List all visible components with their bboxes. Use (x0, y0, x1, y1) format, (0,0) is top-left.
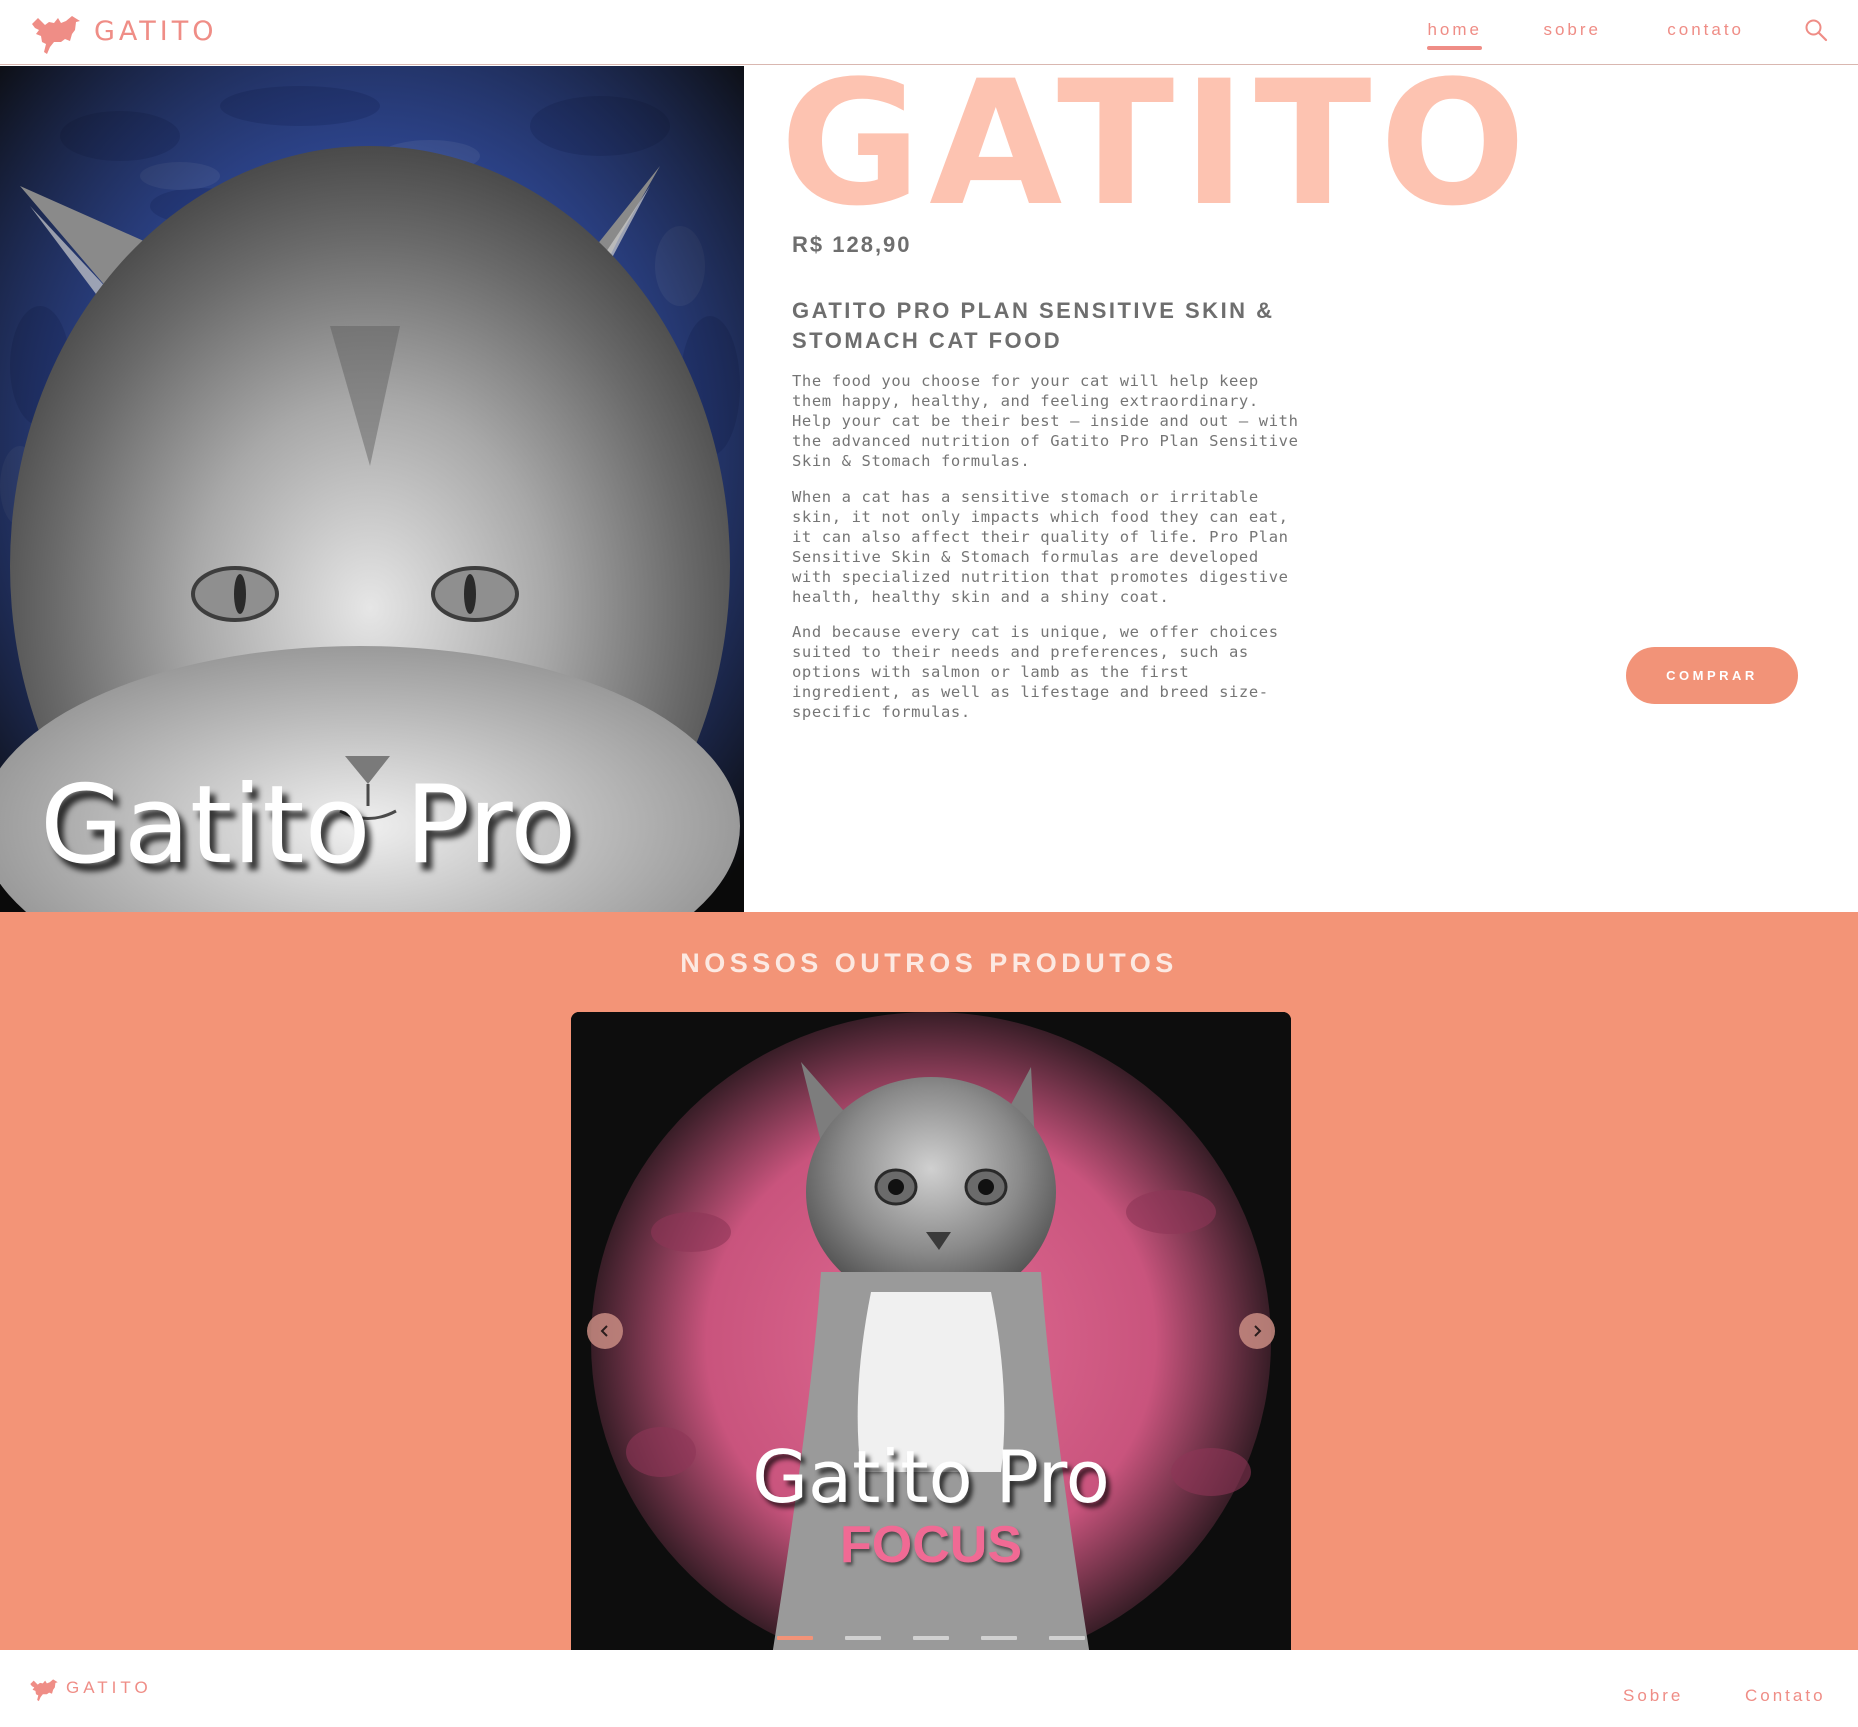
carousel-indicators (571, 1636, 1291, 1640)
nav-home[interactable]: home (1427, 20, 1482, 50)
cat-logo-icon (30, 1679, 58, 1702)
chevron-right-icon (1254, 1325, 1262, 1337)
buy-button[interactable]: COMPRAR (1626, 647, 1798, 704)
carousel-indicator-4[interactable] (981, 1636, 1017, 1640)
product-carousel[interactable]: Gatito Pro FOCUS (571, 1012, 1291, 1650)
footer-logo[interactable]: GATITO (28, 1674, 152, 1702)
carousel-indicator-1[interactable] (777, 1636, 813, 1640)
search-icon (1805, 19, 1828, 42)
other-products-title: NOSSOS OUTROS PRODUTOS (680, 948, 1178, 978)
footer-link-contato[interactable]: Contato (1745, 1686, 1826, 1706)
carousel-next-button[interactable] (1239, 1313, 1275, 1349)
nav-contato[interactable]: contato (1667, 20, 1744, 40)
slide-caption-title: Gatito Pro (752, 1435, 1110, 1519)
site-footer: GATITO Sobre Contato (0, 1650, 1858, 1727)
footer-logo-text: GATITO (66, 1678, 152, 1697)
product-price: R$ 128,90 (792, 232, 912, 257)
product-description-2: When a cat has a sensitive stomach or ir… (792, 488, 1289, 606)
logo-text: GATITO (94, 15, 218, 47)
search-button[interactable] (1804, 18, 1828, 42)
footer-link-sobre[interactable]: Sobre (1623, 1686, 1683, 1706)
nav-sobre[interactable]: sobre (1543, 20, 1601, 40)
carousel-indicator-2[interactable] (845, 1636, 881, 1640)
logo[interactable]: GATITO (28, 8, 218, 54)
product-image-caption: Gatito Pro (40, 763, 577, 888)
product-description-3: And because every cat is unique, we offe… (792, 623, 1279, 721)
cat-logo-icon (32, 16, 80, 54)
other-products-section: NOSSOS OUTROS PRODUTOS Gatito Pro FOCUS (0, 912, 1858, 1650)
product-image: Gatito Pro (0, 66, 744, 912)
product-name: GATITO PRO PLAN SENSITIVE SKIN & STOMACH… (792, 298, 1275, 353)
product-big-title: GATITO (780, 43, 1534, 244)
carousel-prev-button[interactable] (587, 1313, 623, 1349)
carousel-indicator-5[interactable] (1049, 1636, 1085, 1640)
slide-caption-subtitle: FOCUS (840, 1516, 1022, 1574)
chevron-left-icon (600, 1325, 608, 1337)
carousel-indicator-3[interactable] (913, 1636, 949, 1640)
product-description-1: The food you choose for your cat will he… (792, 372, 1299, 470)
product-info: GATITO R$ 128,90 GATITO PRO PLAN SENSITI… (744, 43, 1858, 912)
